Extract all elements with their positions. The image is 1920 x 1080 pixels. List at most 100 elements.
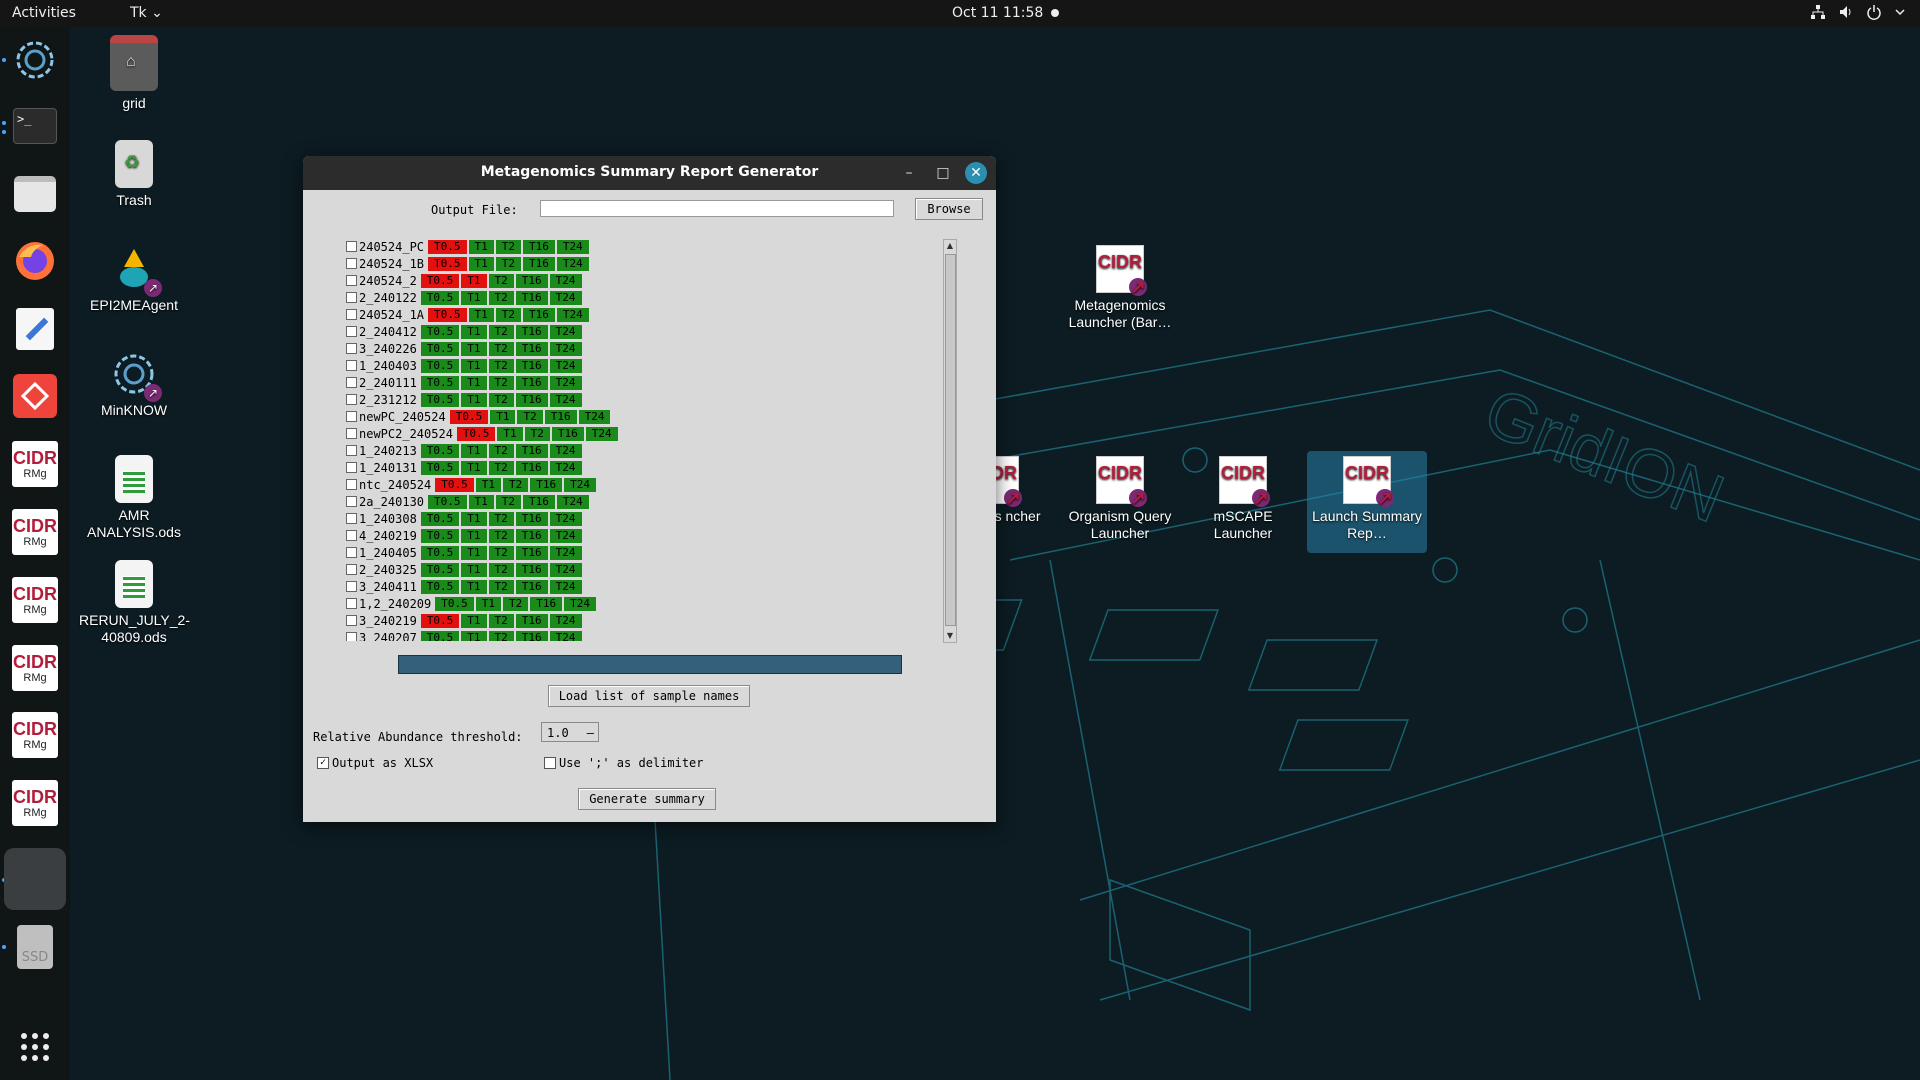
timepoint-tag[interactable]: T0.5 [420,375,460,390]
dock-item-files[interactable] [8,167,62,221]
timepoint-tag[interactable]: T1 [461,392,487,407]
sample-checkbox[interactable] [346,275,357,286]
timepoint-tag[interactable]: T0.5 [428,494,467,509]
timepoint-tag[interactable]: T16 [530,477,563,492]
timepoint-tag[interactable]: T0.5 [420,341,460,356]
timepoint-tag[interactable]: T2 [488,358,514,373]
app-menu[interactable]: Tk ⌄ [130,5,163,21]
sample-checkbox[interactable] [346,581,357,592]
timepoint-tag[interactable]: T16 [515,290,548,305]
sample-checkbox[interactable] [346,564,357,575]
timepoint-tag[interactable]: T2 [488,392,514,407]
output-xlsx-option[interactable]: ✓ Output as XLSX [317,756,433,770]
timepoint-tag[interactable]: T1 [468,239,494,254]
timepoint-tag[interactable]: T2 [524,426,550,441]
dock-item-cidr-6[interactable]: CIDR RMg [8,776,62,830]
desktop-icon-epi2meagent[interactable]: ↗ EPI2MEAgent [79,245,189,314]
timepoint-tag[interactable]: T1 [461,273,487,288]
timepoint-tag[interactable]: T16 [530,596,563,611]
timepoint-tag[interactable]: T16 [515,630,548,641]
threshold-select[interactable]: 1.0 — [541,722,599,742]
timepoint-tag[interactable]: T0.5 [420,528,460,543]
desktop-icon-trash[interactable]: ♻ Trash [79,140,189,209]
sample-checkbox[interactable] [346,411,357,422]
dock-item-cidr-5[interactable]: CIDR RMg [8,708,62,762]
timepoint-tag[interactable]: T1 [461,341,487,356]
timepoint-tag[interactable]: T24 [549,528,582,543]
timepoint-tag[interactable]: T24 [549,290,582,305]
timepoint-tag[interactable]: T24 [549,545,582,560]
timepoint-tag[interactable]: T0.5 [420,579,460,594]
sample-checkbox[interactable] [346,479,357,490]
timepoint-tag[interactable]: T1 [497,426,523,441]
output-file-input[interactable] [540,200,894,217]
timepoint-tag[interactable]: T1 [475,596,501,611]
scroll-down-arrow[interactable]: ▼ [944,630,956,642]
sample-checkbox[interactable] [346,445,357,456]
dock-item-anydesk[interactable] [8,369,62,423]
timepoint-tag[interactable]: T16 [523,307,555,322]
minimize-button[interactable]: – [899,163,919,183]
timepoint-tag[interactable]: T1 [461,511,487,526]
timepoint-tag[interactable]: T24 [549,443,582,458]
timepoint-tag[interactable]: T1 [461,528,487,543]
dock-item-cidr-2[interactable]: CIDR RMg [8,505,62,559]
timepoint-tag[interactable]: T1 [461,375,487,390]
timepoint-tag[interactable]: T16 [515,392,548,407]
timepoint-tag[interactable]: T24 [556,307,589,322]
timepoint-tag[interactable]: T1 [461,613,487,628]
timepoint-tag[interactable]: T24 [549,460,582,475]
timepoint-tag[interactable]: T16 [523,256,555,271]
desktop-icon-grid[interactable]: ⌂ grid [79,35,189,112]
generate-summary-button[interactable]: Generate summary [578,788,716,810]
sample-checkbox[interactable] [346,462,357,473]
timepoint-tag[interactable]: T0.5 [420,613,460,628]
timepoint-tag[interactable]: T2 [488,443,514,458]
output-xlsx-checkbox[interactable]: ✓ [317,757,329,769]
timepoint-tag[interactable]: T2 [488,290,514,305]
timepoint-tag[interactable]: T2 [488,545,514,560]
timepoint-tag[interactable]: T24 [564,596,596,611]
sample-checkbox[interactable] [346,632,357,641]
delimiter-option[interactable]: Use ';' as delimiter [544,756,704,770]
timepoint-tag[interactable]: T2 [495,307,522,322]
timepoint-tag[interactable]: T0.5 [435,477,474,492]
sample-checkbox[interactable] [346,547,357,558]
timepoint-tag[interactable]: T0.5 [420,545,460,560]
timepoint-tag[interactable]: T2 [517,409,543,424]
timepoint-tag[interactable]: T2 [495,239,522,254]
timepoint-tag[interactable]: T24 [549,392,582,407]
desktop-icon-amr-analysis[interactable]: AMR ANALYSIS.ods [79,455,189,541]
dock-item-firefox[interactable] [8,234,62,288]
timepoint-tag[interactable]: T2 [488,579,514,594]
timepoint-tag[interactable]: T0.5 [420,290,460,305]
timepoint-tag[interactable]: T2 [488,562,514,577]
load-sample-names-button[interactable]: Load list of sample names [548,685,750,707]
timepoint-tag[interactable]: T1 [461,460,487,475]
sample-checkbox[interactable] [346,530,357,541]
timepoint-tag[interactable]: T24 [549,579,582,594]
timepoint-tag[interactable]: T2 [488,341,514,356]
timepoint-tag[interactable]: T16 [515,528,548,543]
sample-checkbox[interactable] [346,598,357,609]
timepoint-tag[interactable]: T1 [475,477,501,492]
sample-checkbox[interactable] [346,258,357,269]
timepoint-tag[interactable]: T0.5 [420,358,460,373]
dock-item-terminal[interactable]: >_ [8,99,62,153]
timepoint-tag[interactable]: T1 [468,256,494,271]
show-applications-button[interactable] [8,1020,62,1074]
timepoint-tag[interactable]: T24 [578,409,611,424]
timepoint-tag[interactable]: T0.5 [435,596,474,611]
timepoint-tag[interactable]: T16 [544,409,577,424]
timepoint-tag[interactable]: T24 [564,477,596,492]
timepoint-tag[interactable]: T24 [549,341,582,356]
timepoint-tag[interactable]: T16 [515,375,548,390]
timepoint-tag[interactable]: T2 [503,477,529,492]
sample-checkbox[interactable] [346,309,357,320]
timepoint-tag[interactable]: T0.5 [428,239,467,254]
dock-item-text-editor[interactable] [8,302,62,356]
timepoint-tag[interactable]: T1 [461,358,487,373]
timepoint-tag[interactable]: T16 [515,273,548,288]
timepoint-tag[interactable]: T2 [495,494,522,509]
timepoint-tag[interactable]: T24 [549,358,582,373]
